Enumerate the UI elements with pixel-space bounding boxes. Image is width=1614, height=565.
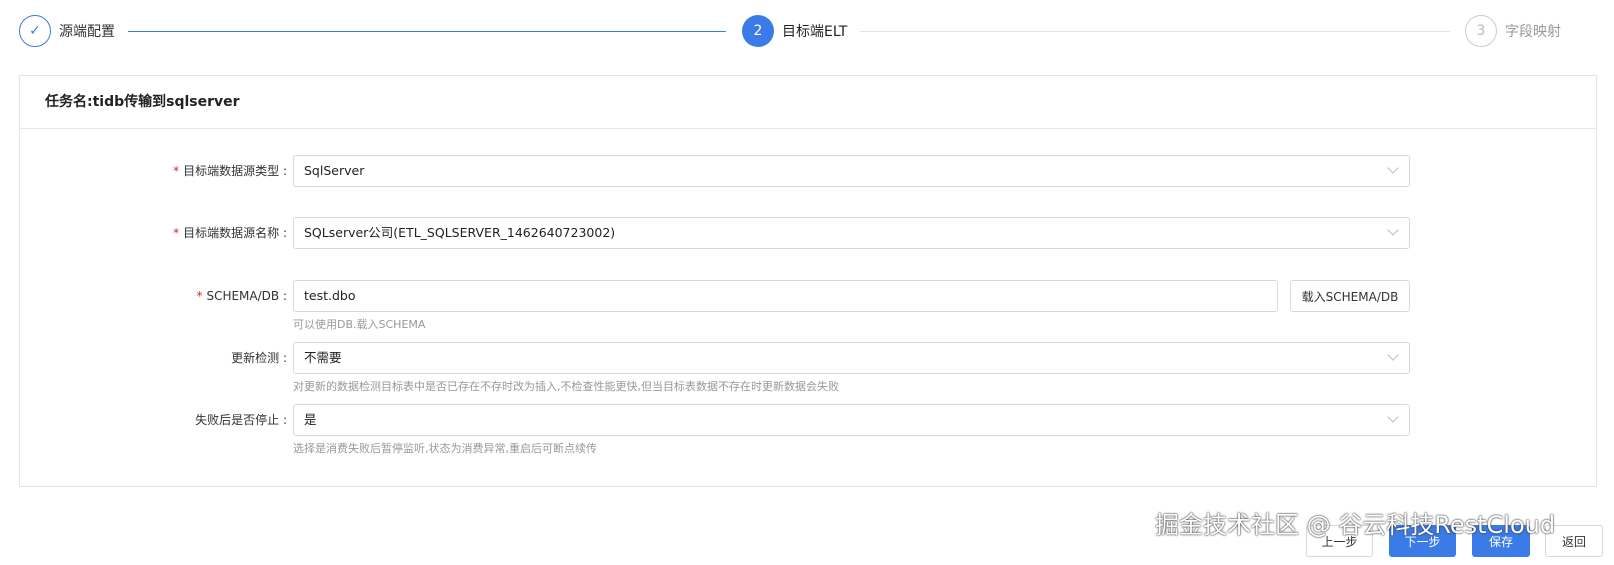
step-number: 3 <box>1465 15 1497 47</box>
load-schema-button[interactable]: 载入SCHEMA/DB <box>1290 280 1410 312</box>
schema-hint: 可以使用DB.载入SCHEMA <box>293 318 426 331</box>
stop-on-fail-label: 失败后是否停止 : <box>195 413 287 427</box>
task-title: 任务名:tidb传输到sqlserver <box>20 76 1596 129</box>
step-label: 字段映射 <box>1505 24 1561 40</box>
stop-on-fail-select[interactable]: 是 <box>293 404 1410 436</box>
target-type-label: * 目标端数据源类型 : <box>173 164 287 178</box>
update-check-hint: 对更新的数据检测目标表中是否已存在不存时改为插入,不检查性能更快,但当目标表数据… <box>293 380 839 393</box>
target-name-label: * 目标端数据源名称 : <box>173 226 287 240</box>
step-label: 源端配置 <box>59 24 115 40</box>
schema-label: * SCHEMA/DB : <box>196 289 287 303</box>
update-check-select[interactable]: 不需要 <box>293 342 1410 374</box>
target-name-select[interactable]: SQLserver公司(ETL_SQLSERVER_1462640723002) <box>293 217 1410 249</box>
target-type-select[interactable]: SqlServer <box>293 155 1410 187</box>
next-button[interactable]: 下一步 <box>1389 525 1456 557</box>
back-button[interactable]: 返回 <box>1545 525 1603 557</box>
step-number: 2 <box>742 15 774 47</box>
save-button[interactable]: 保存 <box>1472 525 1530 557</box>
chevron-down-icon <box>1387 224 1399 236</box>
chevron-down-icon <box>1387 162 1399 174</box>
check-icon: ✓ <box>19 15 51 47</box>
prev-button[interactable]: 上一步 <box>1306 525 1373 557</box>
update-check-label: 更新检测 : <box>231 351 287 365</box>
chevron-down-icon <box>1387 349 1399 361</box>
step-connector <box>128 31 726 32</box>
step-source-config[interactable]: ✓ 源端配置 <box>19 15 115 47</box>
step-connector <box>860 31 1450 32</box>
step-target-elt[interactable]: 2 目标端ELT <box>742 15 847 47</box>
step-label: 目标端ELT <box>782 24 848 40</box>
stop-on-fail-hint: 选择是消费失败后暂停监听,状态为消费异常,重启后可断点续传 <box>293 442 597 455</box>
step-field-mapping[interactable]: 3 字段映射 <box>1465 15 1561 47</box>
chevron-down-icon <box>1387 411 1399 423</box>
schema-input[interactable]: test.dbo <box>293 280 1278 312</box>
